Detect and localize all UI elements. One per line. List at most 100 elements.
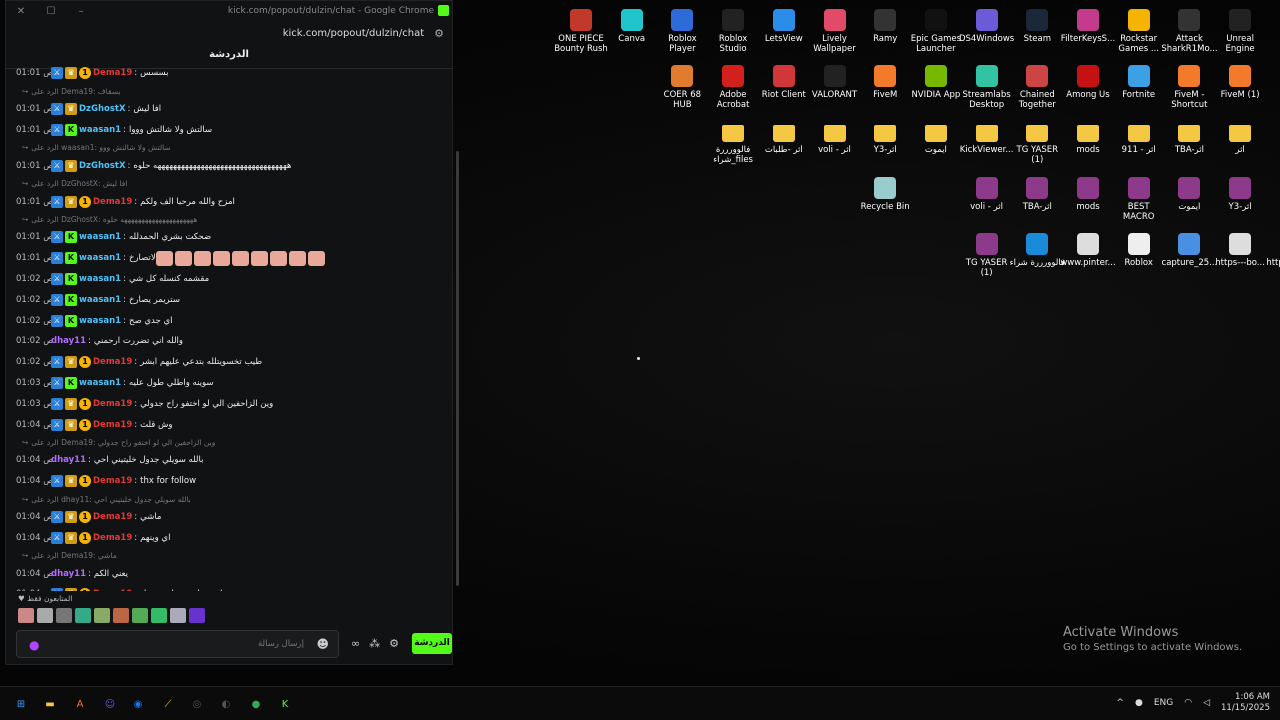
mod-badge-icon[interactable]: ⚔ [51,195,63,208]
mod-badge-icon[interactable]: ⚔ [51,103,63,116]
quick-emote[interactable] [37,608,53,623]
mod-badge-icon[interactable]: ⚔ [51,272,63,285]
desktop-icon[interactable]: ايموت [1161,172,1217,212]
message-username[interactable]: waasan1 [79,232,121,242]
chat-message[interactable]: 01:02 ص dhay11: والله اني تضررت ارحمني [16,331,452,352]
reply-context[interactable]: ↪ الرد على waasan1: سالتش ولا شالتش ووو [16,140,452,155]
mod-badge-icon[interactable]: ⚔ [51,356,63,369]
desktop-icon[interactable]: Roblox Player [654,4,710,54]
vip-badge-icon[interactable]: ♛ [65,588,77,591]
desktop-icon[interactable]: Chained Together [1009,60,1065,110]
desktop-icon[interactable]: أثر -طلبات [756,116,812,155]
sub-badge-icon[interactable]: 1 [79,67,91,80]
quick-emote[interactable] [113,608,129,623]
desktop-icon[interactable]: Unreal Engine [1212,4,1268,54]
mod-badge-icon[interactable]: ⚔ [51,531,63,544]
emote-image[interactable] [231,250,249,266]
language-indicator[interactable]: ENG [1154,698,1173,708]
chat-scrollbar[interactable] [456,151,459,586]
desktop-icon[interactable]: Among Us [1060,60,1116,100]
chat-input[interactable]: ● إرسال رسالة ☻ [16,630,339,658]
chat-message[interactable]: 01:01 ص ⚔ ♛ DzGhostX: افا ليش [16,99,452,120]
desktop-icon[interactable]: Lively Wallpaper [807,4,863,54]
mod-badge-icon[interactable]: ⚔ [51,67,63,80]
quick-emote[interactable] [170,608,186,623]
desktop-icon[interactable]: https---co... [1263,228,1280,268]
mod-badge-icon[interactable]: ⚔ [51,510,63,523]
desktop-icon[interactable]: Rockstar Games ... [1111,4,1167,54]
desktop-icon[interactable]: Roblox [1111,228,1167,268]
address-bar[interactable]: kick.com/popout/dulzin/chat ⚙ [6,22,452,44]
site-settings-icon[interactable]: ⚙ [434,27,444,40]
chat-message[interactable]: 01:02 ص ⚔ Kwaasan1: ستريمر يصارخ [16,289,452,310]
desktop-icon[interactable]: FiveM - Shortcut [1161,60,1217,110]
desktop-icon[interactable]: Adobe Acrobat [705,60,761,110]
emote-image[interactable] [193,250,211,266]
quick-emote[interactable] [56,608,72,623]
kick-badge-icon[interactable]: K [65,231,77,244]
message-username[interactable]: Dema19 [93,420,132,430]
chat-message[interactable]: 01:01 ص ⚔ Kwaasan1: سالتش ولا شالتش وووا [16,120,452,141]
vip-badge-icon[interactable]: ♛ [65,475,77,488]
message-username[interactable]: Dema19 [93,589,132,591]
sub-badge-icon[interactable]: 1 [79,475,91,488]
message-username[interactable]: Dema19 [93,512,132,522]
emote-image[interactable] [250,250,268,266]
desktop-icon[interactable]: BEST MACRO [1111,172,1167,222]
mod-badge-icon[interactable]: ⚔ [51,159,63,172]
vip-badge-icon[interactable]: ♛ [65,159,77,172]
quick-emote[interactable] [75,608,91,623]
quick-emote[interactable] [151,608,167,623]
vip-badge-icon[interactable]: ♛ [65,418,77,431]
desktop-icon[interactable]: Steam [1009,4,1065,44]
chat-message[interactable]: 01:01 ص ⚔ Kwaasan1: ضحكت بشري الحمدلله [16,227,452,248]
desktop-icon[interactable]: mods [1060,172,1116,212]
chat-message[interactable]: 01:02 ص ⚔ Kwaasan1: اي جدي صح [16,310,452,331]
sub-badge-icon[interactable]: 1 [79,195,91,208]
chat-message[interactable]: 01:03 ص ⚔ ♛ 1 Dema19: وين الزاحفين الي لو اخت… [16,393,452,414]
desktop-icon[interactable]: LetsView [756,4,812,44]
desktop-icon[interactable]: TG YASER (1) [1009,116,1065,165]
wifi-icon[interactable]: ◠ [1184,698,1192,708]
chat-message[interactable]: 01:04 ص ⚔ ♛ 1 Dema19: ماشي [16,507,452,528]
message-username[interactable]: Dema19 [93,197,132,207]
sub-badge-icon[interactable]: 1 [79,531,91,544]
mod-badge-icon[interactable]: ⚔ [51,293,63,306]
quick-emote[interactable] [132,608,148,623]
minimize-window-icon[interactable]: – [66,6,96,17]
desktop-icon[interactable]: Streamlabs Desktop [959,60,1015,110]
reply-context[interactable]: ↪ الرد على dhay11: بالله سويلي جدول خليتي… [16,492,452,507]
desktop-icon[interactable]: ايموت [908,116,964,155]
desktop-icon[interactable]: Y3-أثر [857,116,913,155]
desktop-icon[interactable]: mods [1060,116,1116,155]
desktop-icon[interactable]: TG YASER (1) [959,228,1015,278]
mic-icon[interactable]: ● [29,638,39,652]
message-username[interactable]: Dema19 [93,357,132,367]
desktop-icon[interactable]: Y3-أثر [1212,172,1268,212]
chat-message[interactable]: 01:03 ص ⚔ Kwaasan1: سوينه واطلي طول عليه [16,373,452,394]
obs-icon[interactable]: ◎ [188,695,206,713]
reply-context[interactable]: ↪ الرد على Dema19: ماشي [16,548,452,563]
mod-badge-icon[interactable]: ⚔ [51,418,63,431]
desktop-icon[interactable]: فالوورررة شراء_files [705,116,761,165]
maximize-window-icon[interactable]: ☐ [36,6,66,17]
message-username[interactable]: DzGhostX [79,104,126,114]
microphone-tray-icon[interactable]: ● [1135,698,1143,708]
vip-badge-icon[interactable]: ♛ [65,510,77,523]
sub-badge-icon[interactable]: 1 [79,397,91,410]
mod-badge-icon[interactable]: ⚔ [51,376,63,389]
quick-emote[interactable] [94,608,110,623]
mod-badge-icon[interactable]: ⚔ [51,123,63,136]
chevron-up-icon[interactable]: ^ [1116,698,1124,708]
message-username[interactable]: Dema19 [93,399,132,409]
reply-context[interactable]: ↪ الرد على DzGhostX: افا ليش [16,176,452,191]
kick-badge-icon[interactable]: K [65,252,77,265]
desktop-icon[interactable]: VALORANT [807,60,863,100]
volume-icon[interactable]: ◁ [1203,698,1210,708]
emoji-icon[interactable]: ☻ [316,637,329,651]
message-username[interactable]: waasan1 [79,295,121,305]
chat-messages[interactable]: 01:01 ص ⚔ ♛ 1 Dema19: بسسس ↪ الرد على Dema19: ب… [6,63,452,591]
mod-badge-icon[interactable]: ⚔ [51,397,63,410]
chat-message[interactable]: 01:04 ص dhay11: بالله سويلي جدول خليتيني ا… [16,450,452,471]
kick-badge-icon[interactable]: K [65,314,77,327]
